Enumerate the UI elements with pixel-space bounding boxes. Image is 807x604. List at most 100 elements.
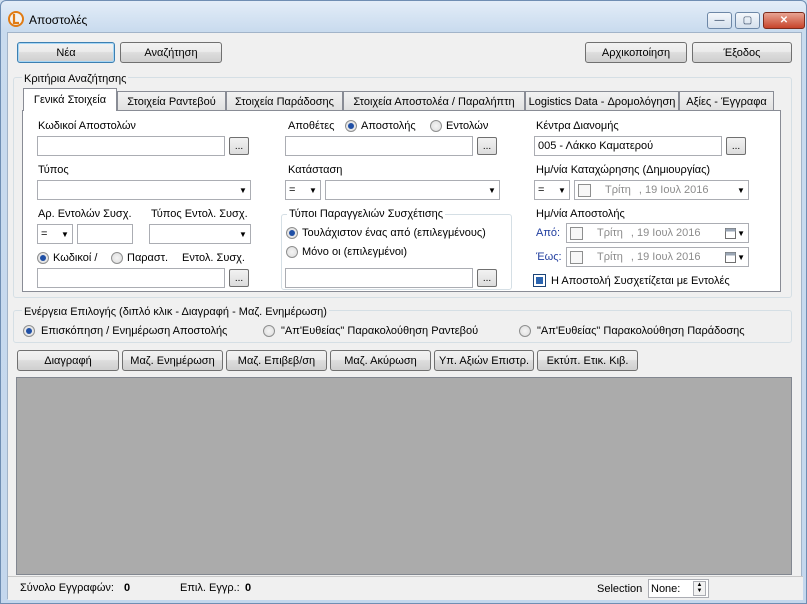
warehouses-browse-button[interactable]: ... bbox=[477, 137, 497, 155]
action-track-delivery-radio[interactable]: "Απ'Ευθείας" Παρακολούθηση Παράδοσης bbox=[519, 325, 745, 337]
spin-buttons-icon[interactable]: ▲ ▼ bbox=[693, 581, 706, 596]
checkbox-indicator bbox=[533, 274, 546, 287]
results-grid[interactable] bbox=[16, 377, 792, 575]
shipment-codes-input[interactable] bbox=[37, 136, 225, 156]
codes-input[interactable] bbox=[37, 268, 225, 288]
radio-indicator bbox=[430, 120, 442, 132]
status-dropdown[interactable]: ▼ bbox=[325, 180, 500, 200]
total-records-label: Σύνολο Εγγραφών: bbox=[20, 582, 114, 594]
warehouses-label: Αποθέτες bbox=[288, 120, 335, 132]
delete-button[interactable]: Διαγραφή bbox=[17, 350, 119, 371]
chevron-down-icon: ▼ bbox=[309, 185, 317, 195]
exit-button[interactable]: Έξοδος bbox=[692, 42, 792, 63]
tab-general-panel: Κωδικοί Αποστολών ... Τύπος ▼ Αρ. Εντολώ… bbox=[22, 110, 781, 292]
reg-date-operator-dropdown[interactable]: = ▼ bbox=[534, 180, 570, 200]
order-type-label: Τύπος Εντολ. Συσχ. bbox=[151, 208, 248, 220]
order-count-label: Αρ. Εντολών Συσχ. bbox=[38, 208, 132, 220]
distribution-center-label: Κέντρα Διανομής bbox=[536, 120, 619, 132]
codes-radio[interactable]: Κωδικοί / bbox=[37, 252, 97, 264]
warehouses-shipment-radio[interactable]: Αποστολής bbox=[345, 120, 416, 132]
action-group-title: Ενέργεια Επιλογής (διπλό κλικ - Διαγραφή… bbox=[22, 306, 329, 318]
radio-indicator bbox=[23, 325, 35, 337]
distribution-center-input[interactable]: 005 - Λάκκο Καματερού bbox=[534, 136, 722, 156]
close-button[interactable]: ✕ bbox=[763, 12, 805, 29]
bulk-cancel-button[interactable]: Μαζ. Ακύρωση bbox=[330, 350, 431, 371]
new-button[interactable]: Νέα bbox=[17, 42, 115, 63]
warehouses-input[interactable] bbox=[285, 136, 473, 156]
from-date-checkbox[interactable] bbox=[570, 226, 583, 240]
to-date-checkbox[interactable] bbox=[570, 250, 583, 264]
close-icon: ✕ bbox=[779, 15, 789, 26]
distribution-center-browse-button[interactable]: ... bbox=[726, 137, 746, 155]
selected-records-value: 0 bbox=[245, 582, 252, 594]
chevron-down-icon: ▼ bbox=[61, 229, 69, 239]
shipment-codes-label: Κωδικοί Αποστολών bbox=[38, 120, 136, 132]
window-title: Αποστολές bbox=[29, 13, 88, 27]
minimize-icon: — bbox=[714, 15, 725, 26]
action-view-update-radio[interactable]: Επισκόπηση / Ενημέρωση Αποστολής bbox=[23, 325, 227, 337]
tab-general[interactable]: Γενικά Στοιχεία bbox=[23, 88, 117, 111]
order-types-group-title: Τύποι Παραγγελιών Συσχέτισης bbox=[287, 208, 446, 220]
maximize-icon: ▢ bbox=[742, 15, 753, 26]
type-dropdown[interactable]: ▼ bbox=[37, 180, 251, 200]
chevron-down-icon: ▼ bbox=[558, 185, 566, 195]
chevron-down-icon: ▼ bbox=[239, 185, 247, 195]
warehouses-order-radio[interactable]: Εντολών bbox=[430, 120, 488, 132]
tab-delivery[interactable]: Στοιχεία Παράδοσης bbox=[226, 91, 343, 111]
reg-date-picker[interactable]: Τρίτη , 19 Ιουλ 2016 ▼ bbox=[574, 180, 749, 200]
linked-orders-checkbox[interactable]: Η Αποστολή Συσχετίζεται με Εντολές bbox=[533, 274, 730, 287]
from-label: Από: bbox=[536, 227, 561, 239]
radio-indicator bbox=[37, 252, 49, 264]
radio-indicator bbox=[519, 325, 531, 337]
radio-indicator bbox=[286, 246, 298, 258]
selection-field[interactable]: None: ▲ ▼ bbox=[648, 579, 709, 598]
bulk-update-button[interactable]: Μαζ. Ενημέρωση bbox=[122, 350, 223, 371]
chevron-down-icon: ▼ bbox=[737, 185, 745, 195]
calendar-icon: ▼ bbox=[725, 227, 745, 239]
radio-indicator bbox=[286, 227, 298, 239]
status-operator-dropdown[interactable]: = ▼ bbox=[285, 180, 321, 200]
type-label: Τύπος bbox=[38, 164, 69, 176]
print-box-labels-button[interactable]: Εκτύπ. Ετικ. Κιβ. bbox=[537, 350, 638, 371]
search-criteria-title: Κριτήρια Αναζήτησης bbox=[22, 73, 129, 85]
order-count-input[interactable] bbox=[77, 224, 133, 244]
to-date-picker[interactable]: Τρίτη , 19 Ιουλ 2016 ▼ bbox=[566, 247, 749, 267]
order-types-any-radio[interactable]: Τουλάχιστον ένας από (επιλεγμένους) bbox=[286, 227, 486, 239]
total-records-value: 0 bbox=[124, 582, 131, 594]
action-track-appointment-radio[interactable]: "Απ'Ευθείας" Παρακολούθηση Ραντεβού bbox=[263, 325, 478, 337]
radio-indicator bbox=[345, 120, 357, 132]
radio-indicator bbox=[263, 325, 275, 337]
tab-values-documents[interactable]: Αξίες - Έγγραφα bbox=[679, 91, 774, 111]
codes-browse-button[interactable]: ... bbox=[229, 269, 249, 287]
chevron-down-icon: ▼ bbox=[488, 185, 496, 195]
calendar-icon: ▼ bbox=[725, 251, 745, 263]
selection-label: Selection bbox=[597, 583, 643, 595]
shipment-codes-browse-button[interactable]: ... bbox=[229, 137, 249, 155]
client-area: Νέα Αναζήτηση Αρχικοποίηση Έξοδος Κριτήρ… bbox=[7, 32, 803, 600]
order-count-operator-dropdown[interactable]: = ▼ bbox=[37, 224, 73, 244]
selected-records-label: Επιλ. Εγγρ.: bbox=[180, 582, 240, 594]
bulk-confirm-button[interactable]: Μαζ. Επιβεβ/ση bbox=[226, 350, 327, 371]
order-types-browse-button[interactable]: ... bbox=[477, 269, 497, 287]
status-label: Κατάσταση bbox=[288, 164, 343, 176]
from-date-picker[interactable]: Τρίτη , 19 Ιουλ 2016 ▼ bbox=[566, 223, 749, 243]
search-button[interactable]: Αναζήτηση bbox=[120, 42, 222, 63]
value-returns-button[interactable]: Υπ. Αξιών Επιστρ. bbox=[434, 350, 534, 371]
order-types-input[interactable] bbox=[285, 268, 473, 288]
tab-logistics[interactable]: Logistics Data - Δρομολόγηση bbox=[525, 91, 679, 111]
reset-button[interactable]: Αρχικοποίηση bbox=[585, 42, 687, 63]
order-rel-label: Εντολ. Συσχ. bbox=[182, 252, 245, 264]
chevron-down-icon: ▼ bbox=[239, 229, 247, 239]
documents-radio[interactable]: Παραστ. bbox=[111, 252, 168, 264]
app-logo-icon bbox=[8, 11, 24, 27]
order-type-dropdown[interactable]: ▼ bbox=[149, 224, 251, 244]
tab-appointment[interactable]: Στοιχεία Ραντεβού bbox=[117, 91, 226, 111]
ship-date-label: Ημ/νία Αποστολής bbox=[536, 208, 625, 220]
minimize-button[interactable]: — bbox=[707, 12, 732, 29]
to-label: Έως: bbox=[536, 251, 562, 263]
reg-date-label: Ημ/νία Καταχώρησης (Δημιουργίας) bbox=[536, 164, 711, 176]
maximize-button[interactable]: ▢ bbox=[735, 12, 760, 29]
order-types-only-radio[interactable]: Μόνο οι (επιλεγμένοι) bbox=[286, 246, 407, 258]
reg-date-checkbox[interactable] bbox=[578, 183, 591, 197]
tab-sender-recipient[interactable]: Στοιχεία Αποστολέα / Παραλήπτη bbox=[343, 91, 525, 111]
